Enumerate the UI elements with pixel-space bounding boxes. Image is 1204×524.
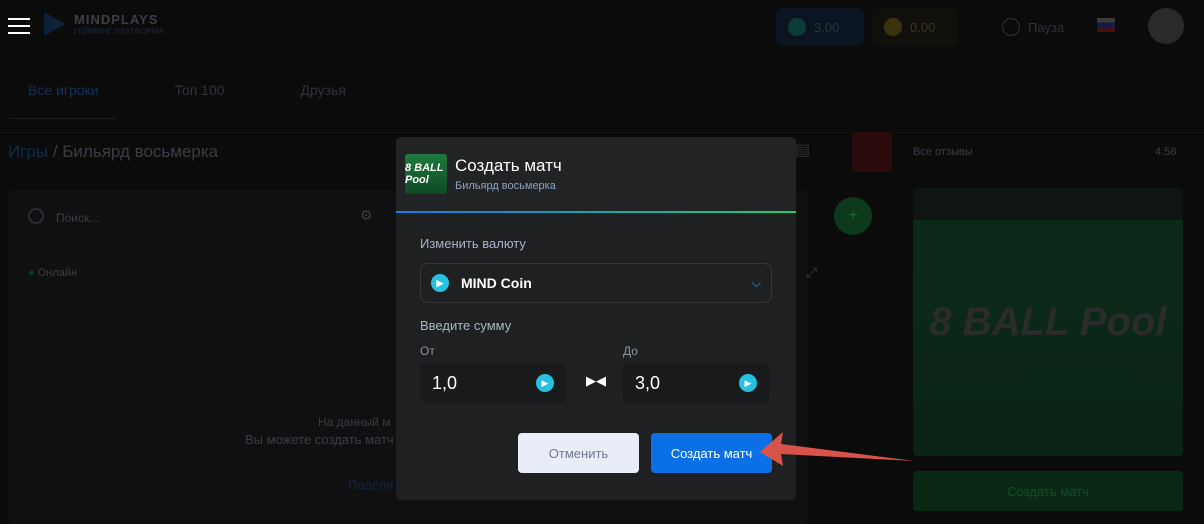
logo-text: MINDPLAYS (74, 12, 159, 27)
cancel-button[interactable]: Отменить (518, 433, 639, 473)
create-match-button[interactable]: Создать матч (651, 433, 772, 473)
game-logo: 8 BALL Pool (929, 299, 1167, 344)
chevron-down-icon: ⌵ (751, 275, 761, 290)
pause-label: Пауза (1028, 19, 1065, 35)
empty-hint: Вы можете создать матч (245, 432, 394, 447)
report-button[interactable] (852, 132, 892, 172)
add-button[interactable]: + (834, 197, 872, 235)
filter-icon[interactable]: ⚙ (360, 207, 373, 224)
mind-coin-icon (788, 18, 806, 36)
modal-subtitle: Бильярд восьмерка (455, 180, 556, 192)
gold-coin-icon (884, 18, 902, 36)
breadcrumb-games[interactable]: Игры (8, 142, 48, 161)
to-value: 3,0 (635, 372, 661, 393)
document-icon[interactable]: ▤ (795, 140, 810, 160)
create-match-modal: 8 BALL Pool Создать матч Бильярд восьмерка… (396, 137, 796, 500)
logo[interactable]: MINDPLAYS ГЕЙМИНГ ПЛАТФОРМА (44, 12, 164, 36)
breadcrumb-current: Бильярд восьмерка (62, 142, 219, 161)
search-icon (28, 208, 44, 224)
from-input[interactable]: 1,0 ▶ (420, 363, 566, 403)
game-cover-image: 8 BALL Pool (913, 188, 1183, 456)
arrow-annotation (760, 432, 915, 466)
mind-coin-icon: ▶ (431, 274, 449, 292)
online-filter[interactable]: ● Онлайн (28, 267, 77, 279)
mind-balance-value: 3.00 (814, 19, 840, 35)
currency-select[interactable]: ▶ MIND Coin ⌵ (420, 263, 772, 303)
modal-title: Создать матч (455, 156, 562, 175)
pause-icon (1002, 18, 1020, 36)
mind-balance[interactable]: 3.00 (776, 8, 864, 46)
to-label: До (623, 344, 638, 358)
all-reviews-link[interactable]: Все отзывы (913, 146, 973, 158)
rating: 4.58 (1155, 146, 1177, 158)
create-match-side-button[interactable]: Создать матч (913, 471, 1183, 511)
arrow-shape (760, 432, 915, 466)
sum-label: Введите сумму (420, 318, 512, 333)
language-flag-icon[interactable] (1097, 18, 1115, 32)
gold-balance[interactable]: 0.00 (872, 8, 958, 46)
mind-coin-icon: ▶ (536, 374, 554, 392)
from-label: От (420, 344, 435, 358)
thumb-text: 8 BALL Pool (405, 162, 444, 186)
tab-top-100[interactable]: Топ 100 (156, 70, 242, 119)
menu-icon[interactable] (8, 18, 30, 34)
expand-icon[interactable]: ⤢ (806, 264, 817, 281)
to-input[interactable]: 3,0 ▶ (623, 363, 769, 403)
avatar[interactable] (1148, 8, 1184, 44)
mind-coin-icon: ▶ (739, 374, 757, 392)
tabs: Все игроки Топ 100 Друзья (10, 70, 364, 119)
logo-subtext: ГЕЙМИНГ ПЛАТФОРМА (74, 27, 165, 36)
game-thumbnail: 8 BALL Pool (405, 154, 447, 194)
currency-value: MIND Coin (461, 275, 532, 291)
tab-friends[interactable]: Друзья (283, 70, 364, 119)
online-label: Онлайн (37, 267, 78, 279)
pause-button[interactable]: Пауза (990, 8, 1076, 46)
share-link[interactable]: Подели (348, 477, 394, 492)
range-icon: ▶◀ (586, 373, 606, 388)
gold-balance-value: 0.00 (910, 19, 936, 35)
search-input[interactable]: Поиск... (56, 211, 99, 225)
tab-all-players[interactable]: Все игроки (10, 70, 117, 119)
currency-label: Изменить валюту (420, 236, 526, 251)
empty-text: На данный м (318, 415, 391, 429)
from-value: 1,0 (432, 372, 458, 393)
modal-divider (396, 211, 796, 213)
breadcrumb: Игры / Бильярд восьмерка (8, 142, 218, 162)
breadcrumb-sep: / (48, 142, 63, 161)
